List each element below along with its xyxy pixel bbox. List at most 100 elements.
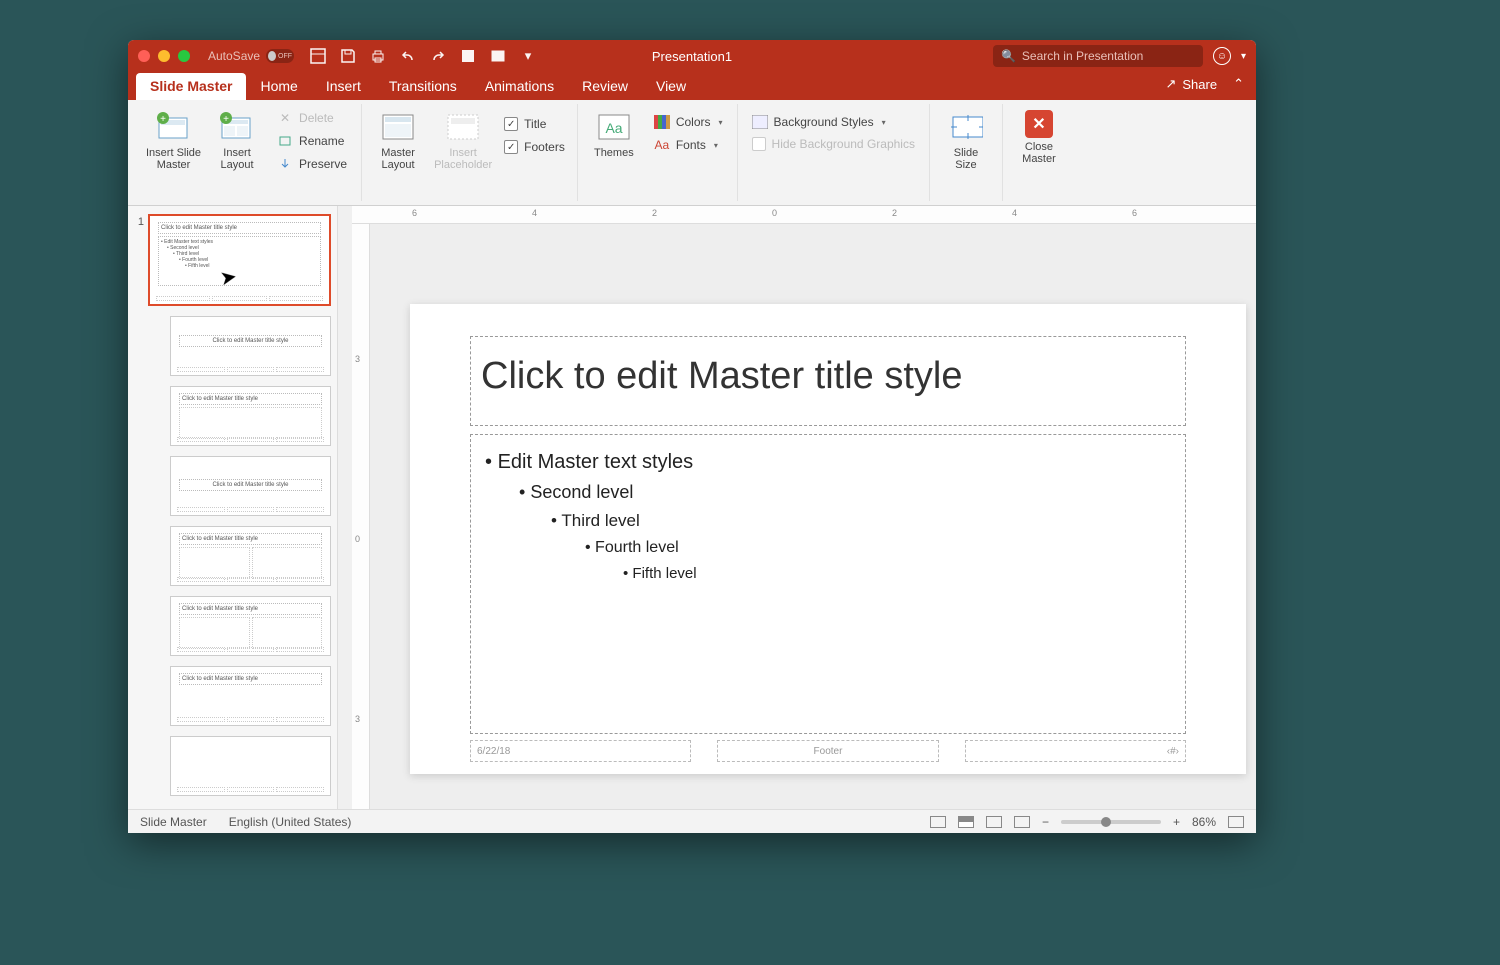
group-size: Slide Size — [930, 104, 1003, 201]
search-placeholder: Search in Presentation — [1022, 49, 1143, 63]
layout-thumbnail[interactable]: Click to edit Master title style — [170, 666, 331, 726]
slide-size-icon — [949, 110, 983, 144]
date-placeholder[interactable]: 6/22/18 — [470, 740, 691, 762]
status-mode: Slide Master — [140, 815, 207, 829]
horizontal-ruler[interactable]: 6420246 — [352, 206, 1256, 224]
background-styles-button[interactable]: Background Styles▾ — [748, 112, 919, 132]
home-icon[interactable] — [310, 48, 326, 64]
svg-text:Aa: Aa — [605, 120, 622, 136]
share-button[interactable]: ↗ Share ⌃ — [1165, 76, 1244, 92]
insert-table-icon[interactable] — [460, 48, 476, 64]
body-placeholder[interactable]: Edit Master text styles Second level Thi… — [470, 434, 1186, 734]
account-dropdown-icon[interactable]: ▾ — [1241, 51, 1246, 62]
slide-size-button[interactable]: Slide Size — [940, 106, 992, 171]
zoom-slider[interactable] — [1061, 820, 1161, 824]
close-master-icon: ✕ — [1025, 110, 1053, 138]
app-window: AutoSave OFF ▾ Presentation1 🔍 Search in… — [128, 40, 1256, 833]
save-icon[interactable] — [340, 48, 356, 64]
dropdown-caret-icon: ▾ — [882, 118, 886, 127]
dropdown-caret-icon: ▾ — [719, 118, 723, 127]
master-layout-button[interactable]: Master Layout — [372, 106, 424, 171]
footer-placeholder[interactable]: Footer — [717, 740, 938, 762]
ribbon-tabs: Slide Master Home Insert Transitions Ani… — [128, 72, 1256, 100]
checkbox-checked-icon: ✓ — [504, 117, 518, 131]
slide-sorter-view-icon[interactable] — [958, 816, 974, 828]
tab-insert[interactable]: Insert — [312, 73, 375, 100]
qat-dropdown-icon[interactable]: ▾ — [520, 48, 536, 64]
background-styles-icon — [752, 114, 768, 130]
close-master-button[interactable]: ✕ Close Master — [1013, 106, 1065, 165]
title-checkbox[interactable]: ✓Title — [502, 114, 567, 134]
slide-number-placeholder[interactable]: ‹#› — [965, 740, 1186, 762]
insert-picture-icon[interactable] — [490, 48, 506, 64]
hide-background-checkbox: Hide Background Graphics — [748, 135, 919, 153]
status-bar: Slide Master English (United States) − +… — [128, 809, 1256, 833]
status-language[interactable]: English (United States) — [229, 815, 352, 829]
insert-placeholder-button: Insert Placeholder — [434, 106, 492, 171]
tab-slide-master[interactable]: Slide Master — [136, 73, 246, 100]
autosave-label: AutoSave — [208, 49, 260, 63]
themes-button[interactable]: Aa Themes — [588, 106, 640, 159]
workspace: 1 Click to edit Master title style • Edi… — [128, 206, 1256, 809]
layout-thumbnail[interactable] — [170, 736, 331, 796]
titlebar: AutoSave OFF ▾ Presentation1 🔍 Search in… — [128, 40, 1256, 72]
layout-thumbnail[interactable]: Click to edit Master title style — [170, 386, 331, 446]
slide-canvas-area[interactable]: Click to edit Master title style Edit Ma… — [370, 224, 1256, 809]
autosave-switch[interactable]: OFF — [266, 49, 294, 63]
checkbox-unchecked-icon — [752, 137, 766, 151]
reading-view-icon[interactable] — [986, 816, 1002, 828]
close-window-button[interactable] — [138, 50, 150, 62]
slideshow-view-icon[interactable] — [1014, 816, 1030, 828]
zoom-out-button[interactable]: − — [1042, 815, 1049, 829]
footers-checkbox[interactable]: ✓Footers — [502, 137, 567, 157]
vertical-ruler[interactable]: 303 — [352, 224, 370, 809]
slide-thumbnails-panel[interactable]: 1 Click to edit Master title style • Edi… — [128, 206, 338, 809]
layout-thumbnail[interactable]: Click to edit Master title style — [170, 596, 331, 656]
minimize-window-button[interactable] — [158, 50, 170, 62]
slide-editor: 6420246 303 Click to edit Master title s… — [352, 206, 1256, 809]
rename-button[interactable]: Rename — [273, 131, 351, 151]
search-icon: 🔍 — [1001, 49, 1016, 63]
layout-thumbnail[interactable]: Click to edit Master title style — [170, 316, 331, 376]
tab-home[interactable]: Home — [246, 73, 311, 100]
insert-slide-master-button[interactable]: + Insert Slide Master — [146, 106, 201, 171]
master-thumbnail[interactable]: Click to edit Master title style • Edit … — [148, 214, 331, 306]
zoom-in-button[interactable]: + — [1173, 815, 1180, 829]
dropdown-caret-icon: ▾ — [714, 141, 718, 150]
tab-animations[interactable]: Animations — [471, 73, 568, 100]
slide-canvas[interactable]: Click to edit Master title style Edit Ma… — [410, 304, 1246, 774]
tab-review[interactable]: Review — [568, 73, 642, 100]
layout-thumbnail[interactable]: Click to edit Master title style — [170, 456, 331, 516]
footer-placeholders: 6/22/18 Footer ‹#› — [470, 740, 1186, 762]
fonts-icon: Aa — [654, 137, 670, 153]
tab-transitions[interactable]: Transitions — [375, 73, 471, 100]
thumbnails-scrollbar[interactable] — [338, 206, 352, 809]
insert-layout-icon: + — [220, 110, 254, 144]
fonts-button[interactable]: AaFonts▾ — [650, 135, 727, 155]
svg-text:+: + — [160, 114, 166, 125]
quick-access-toolbar: ▾ — [310, 48, 536, 64]
tab-view[interactable]: View — [642, 73, 700, 100]
colors-icon — [654, 114, 670, 130]
colors-button[interactable]: Colors▾ — [650, 112, 727, 132]
master-number: 1 — [134, 214, 144, 306]
layout-thumbnail[interactable]: Click to edit Master title style — [170, 526, 331, 586]
feedback-icon[interactable]: ☺ — [1213, 47, 1231, 65]
window-controls — [138, 50, 190, 62]
undo-icon[interactable] — [400, 48, 416, 64]
zoom-level[interactable]: 86% — [1192, 815, 1216, 829]
title-placeholder[interactable]: Click to edit Master title style — [470, 336, 1186, 426]
insert-slide-master-icon: + — [157, 110, 191, 144]
fit-to-window-icon[interactable] — [1228, 816, 1244, 828]
redo-icon[interactable] — [430, 48, 446, 64]
preserve-button[interactable]: Preserve — [273, 154, 351, 174]
collapse-ribbon-icon[interactable]: ⌃ — [1233, 76, 1244, 92]
insert-layout-button[interactable]: + Insert Layout — [211, 106, 263, 171]
print-icon[interactable] — [370, 48, 386, 64]
search-input[interactable]: 🔍 Search in Presentation — [993, 45, 1203, 67]
autosave-toggle[interactable]: AutoSave OFF — [208, 49, 294, 63]
svg-text:+: + — [223, 114, 229, 125]
zoom-window-button[interactable] — [178, 50, 190, 62]
document-title: Presentation1 — [652, 49, 732, 64]
normal-view-icon[interactable] — [930, 816, 946, 828]
